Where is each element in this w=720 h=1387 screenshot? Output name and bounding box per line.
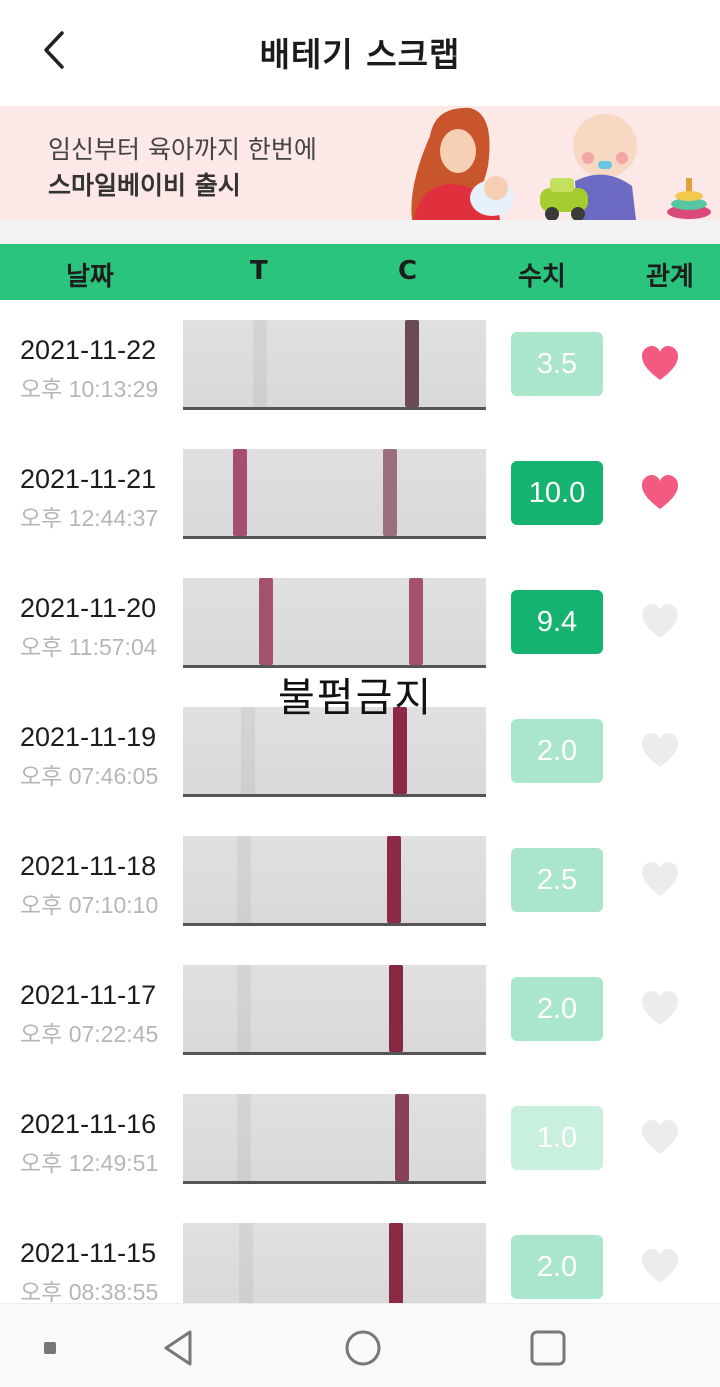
heart-icon[interactable] [640, 989, 680, 1029]
page-title: 배테기 스크랩 [259, 35, 461, 74]
record-time: 오후 07:10:10 [20, 892, 159, 918]
heart-icon[interactable] [640, 1118, 680, 1158]
column-t: T [250, 256, 268, 286]
heart-icon[interactable] [640, 731, 680, 771]
column-header: 날짜 T C 수치 관계 [0, 244, 720, 300]
watermark-text: 불펌금지 [278, 675, 434, 721]
column-c: C [398, 256, 418, 286]
test-strip-image [183, 449, 486, 539]
dot-icon [44, 1342, 56, 1354]
record-date: 2021-11-21 [20, 464, 157, 494]
record-time: 오후 12:49:51 [20, 1150, 159, 1176]
record-time: 오후 12:44:37 [20, 505, 159, 531]
value-badge: 1.0 [511, 1106, 603, 1170]
triangle-back-icon [164, 1330, 192, 1366]
test-strip-image [183, 1223, 486, 1303]
banner-illustration [411, 107, 711, 220]
record-date: 2021-11-16 [20, 1109, 157, 1139]
record-time: 오후 11:57:04 [20, 634, 157, 660]
banner-text-line1: 임신부터 육아까지 한번에 [48, 135, 317, 164]
value-badge: 2.0 [511, 1235, 603, 1299]
record-time: 오후 10:13:29 [20, 376, 159, 402]
heart-icon[interactable] [640, 473, 680, 513]
record-date: 2021-11-15 [20, 1238, 157, 1268]
list-item[interactable]: 2021-11-17 오후 07:22:45 2.0 [0, 945, 720, 1074]
value-badge: 2.0 [511, 977, 603, 1041]
heart-icon[interactable] [640, 602, 680, 642]
record-date: 2021-11-18 [20, 851, 157, 881]
promo-banner[interactable]: 임신부터 육아까지 한번에 스마일베이비 출시 [0, 106, 720, 220]
record-time: 오후 07:46:05 [20, 763, 159, 789]
heart-icon[interactable] [640, 1247, 680, 1287]
recent-apps-button[interactable] [28, 1326, 72, 1370]
record-date: 2021-11-17 [20, 980, 157, 1010]
test-strip-image [183, 1094, 486, 1184]
test-record-list[interactable]: 2021-11-22 오후 10:13:29 3.5 2021-11-21 오후… [0, 300, 720, 1303]
banner-text-line2: 스마일베이비 출시 [48, 171, 241, 200]
list-item[interactable]: 2021-11-22 오후 10:13:29 3.5 [0, 300, 720, 429]
record-time: 오후 08:38:55 [20, 1279, 159, 1303]
value-badge: 2.0 [511, 719, 603, 783]
value-badge: 3.5 [511, 332, 603, 396]
list-item[interactable]: 2021-11-18 오후 07:10:10 2.5 [0, 816, 720, 945]
home-button[interactable] [341, 1326, 385, 1370]
list-item[interactable]: 2021-11-15 오후 08:38:55 2.0 [0, 1203, 720, 1303]
column-date: 날짜 [66, 262, 114, 292]
heart-icon[interactable] [640, 860, 680, 900]
system-nav-bar [0, 1303, 720, 1387]
test-strip-image [183, 578, 486, 668]
overview-button[interactable] [526, 1326, 570, 1370]
test-strip-image [183, 836, 486, 926]
column-relation: 관계 [646, 262, 694, 292]
record-date: 2021-11-20 [20, 593, 157, 623]
record-time: 오후 07:22:45 [20, 1021, 159, 1047]
square-icon [530, 1330, 566, 1366]
value-badge: 10.0 [511, 461, 603, 525]
section-divider [0, 220, 720, 244]
nav-back-button[interactable] [156, 1326, 200, 1370]
column-value: 수치 [518, 262, 566, 292]
test-strip-image [183, 965, 486, 1055]
app-header: 배테기 스크랩 [0, 0, 720, 106]
value-badge: 2.5 [511, 848, 603, 912]
value-badge: 9.4 [511, 590, 603, 654]
test-strip-image [183, 320, 486, 410]
heart-icon[interactable] [640, 344, 680, 384]
circle-home-icon [345, 1330, 381, 1366]
list-item[interactable]: 2021-11-21 오후 12:44:37 10.0 [0, 429, 720, 558]
list-item[interactable]: 2021-11-16 오후 12:49:51 1.0 [0, 1074, 720, 1203]
record-date: 2021-11-19 [20, 722, 157, 752]
record-date: 2021-11-22 [20, 335, 157, 365]
